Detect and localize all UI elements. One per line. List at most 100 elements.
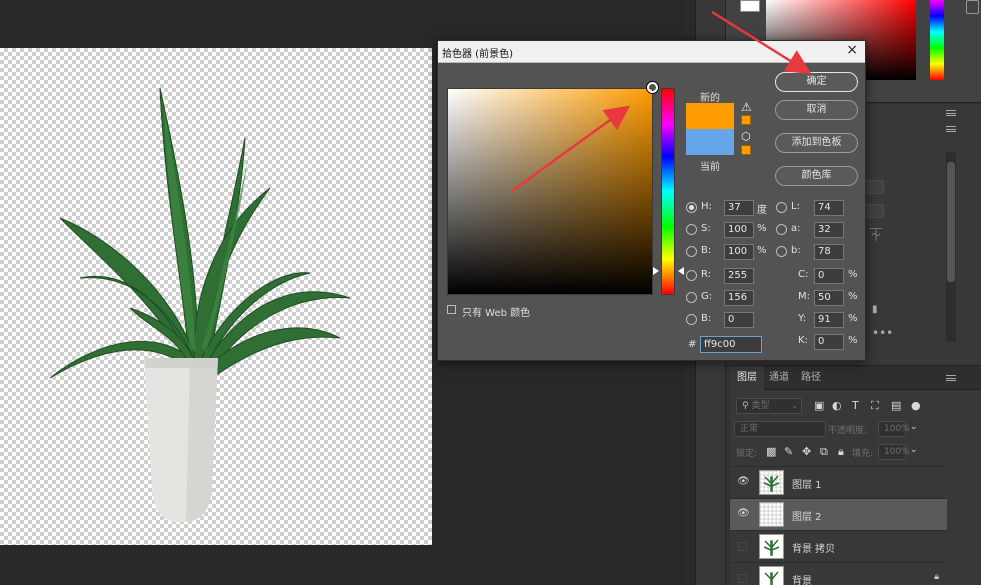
image-filter-icon[interactable]: ▣ xyxy=(814,399,824,412)
eye-icon[interactable]: 👁︎ xyxy=(737,476,750,487)
shape-filter-icon[interactable]: ⛶ xyxy=(871,399,879,413)
tab-paths[interactable]: 路径 xyxy=(794,366,828,390)
visibility-toggle[interactable] xyxy=(738,542,747,551)
layer-filter-row: ⚲ 类型 ⌄ ▣ ◐ T ⛶ ▤ ● xyxy=(730,395,981,417)
type-filter-icon[interactable]: T xyxy=(852,399,859,412)
layer-filter-select[interactable]: ⚲ 类型 ⌄ xyxy=(736,398,802,414)
tab-channels[interactable]: 通道 xyxy=(762,366,796,390)
cube-icon[interactable]: ⬡ xyxy=(741,130,751,143)
potted-plant-image xyxy=(49,87,351,522)
layer-name[interactable]: 图层 2 xyxy=(792,508,822,523)
blend-mode-select[interactable]: 正常 xyxy=(734,421,826,437)
input-y[interactable]: 91 xyxy=(814,312,844,328)
hex-hash-label: # xyxy=(688,339,697,350)
input-c[interactable]: 0 xyxy=(814,268,844,284)
fill-input[interactable]: 100% xyxy=(878,444,910,460)
color-field-cursor[interactable] xyxy=(647,82,658,93)
panel-expand-icon[interactable] xyxy=(966,0,979,14)
new-color-label: 新的 xyxy=(700,93,720,104)
radio-a[interactable] xyxy=(776,224,787,235)
layer-name[interactable]: 图层 1 xyxy=(792,476,822,491)
blend-row: 正常 不透明度: 100% ⌄ xyxy=(730,418,981,440)
lock-position-icon[interactable]: ✥ xyxy=(802,445,811,458)
adjustment-filter-icon[interactable]: ◐ xyxy=(832,399,842,412)
layers-panel-menu-icon[interactable] xyxy=(946,375,956,381)
cancel-button[interactable]: 取消 xyxy=(775,100,858,120)
dialog-title-bar[interactable]: 拾色器 (前景色) × xyxy=(438,41,865,63)
lock-pixels-icon[interactable]: ✎ xyxy=(784,445,793,458)
layer-row[interactable]: 背景 拷贝 xyxy=(730,530,947,562)
input-m[interactable]: 50 xyxy=(814,290,844,306)
radio-s[interactable] xyxy=(686,224,697,235)
layer-row[interactable]: 背景 🔒︎ xyxy=(730,562,947,585)
lock-row: 锁定: ▩ ✎ ✥ ⧉ 🔒︎ 填充: 100% ⌄ xyxy=(730,441,981,463)
input-l[interactable]: 74 xyxy=(814,200,844,216)
color-field[interactable] xyxy=(447,88,653,295)
radio-r[interactable] xyxy=(686,270,697,281)
input-s[interactable]: 100 xyxy=(724,222,754,238)
opacity-label: 不透明度: xyxy=(828,426,868,436)
chevron-down-icon[interactable]: ⌄ xyxy=(910,445,918,455)
radio-blue[interactable] xyxy=(686,314,697,325)
foreground-swatch[interactable] xyxy=(740,0,760,12)
hex-color-input[interactable]: ff9c00 xyxy=(700,336,762,353)
out-of-gamut-swatch[interactable] xyxy=(741,115,751,125)
radio-lab-b[interactable] xyxy=(776,246,787,257)
hue-slider-handle-right[interactable] xyxy=(678,267,684,275)
color-libraries-button[interactable]: 颜色库 xyxy=(775,166,858,186)
document-canvas[interactable] xyxy=(0,48,432,545)
panel-menu-icon[interactable] xyxy=(946,110,956,116)
fill-label: 填充: xyxy=(852,449,874,459)
close-icon[interactable]: × xyxy=(846,42,858,58)
web-colors-checkbox[interactable] xyxy=(447,305,456,314)
ok-button[interactable]: 确定 xyxy=(775,72,858,92)
current-color-swatch[interactable] xyxy=(686,129,734,155)
current-color-label: 当前 xyxy=(700,162,720,173)
unit-percent: % xyxy=(757,223,767,234)
smart-object-filter-icon[interactable]: ▤ xyxy=(891,399,901,412)
web-safe-swatch[interactable] xyxy=(741,145,751,155)
input-blue[interactable]: 0 xyxy=(724,312,754,328)
layer-row[interactable]: 👁︎ 图层 2 xyxy=(730,498,947,530)
radio-b[interactable] xyxy=(686,246,697,257)
input-brightness[interactable]: 100 xyxy=(724,244,754,260)
filter-toggle-icon[interactable]: ● xyxy=(911,399,921,412)
add-to-swatches-button[interactable]: 添加到色板 xyxy=(775,133,858,153)
input-r[interactable]: 255 xyxy=(724,268,754,284)
label-k: K: xyxy=(798,335,808,346)
more-icon[interactable]: ••• xyxy=(872,326,893,340)
align-icon[interactable]: ⏇ xyxy=(870,226,882,243)
radio-l[interactable] xyxy=(776,202,787,213)
lock-all-icon[interactable]: 🔒︎ xyxy=(838,445,844,459)
input-g[interactable]: 156 xyxy=(724,290,754,306)
panel-scrollbar[interactable] xyxy=(946,152,956,342)
panel-menu-icon[interactable] xyxy=(946,126,956,132)
color-panel-hue-slider[interactable] xyxy=(930,0,944,80)
chevron-down-icon[interactable]: ⌄ xyxy=(910,422,918,432)
layers-panel-tabs: 图层 通道 路径 xyxy=(730,366,981,390)
layer-name[interactable]: 背景 拷贝 xyxy=(792,540,835,555)
histogram-icon[interactable]: ▮ xyxy=(872,304,878,315)
visibility-toggle[interactable] xyxy=(738,574,747,583)
dialog-title: 拾色器 (前景色) xyxy=(442,49,513,60)
layer-name[interactable]: 背景 xyxy=(792,572,812,585)
label-a: a: xyxy=(791,223,801,234)
tab-layers[interactable]: 图层 xyxy=(730,366,764,390)
layer-row[interactable]: 👁︎ 图层 1 xyxy=(730,466,947,498)
hue-slider[interactable] xyxy=(661,88,675,295)
label-l: L: xyxy=(791,201,800,212)
eye-icon[interactable]: 👁︎ xyxy=(737,508,750,519)
radio-h[interactable] xyxy=(686,202,697,213)
radio-g[interactable] xyxy=(686,292,697,303)
lock-artboard-icon[interactable]: ⧉ xyxy=(820,445,828,459)
label-m: M: xyxy=(798,291,810,302)
input-k[interactable]: 0 xyxy=(814,334,844,350)
input-a[interactable]: 32 xyxy=(814,222,844,238)
opacity-input[interactable]: 100% xyxy=(878,421,910,437)
panel-scrollbar-thumb[interactable] xyxy=(947,162,955,282)
hue-slider-handle-left[interactable] xyxy=(653,267,659,275)
lock-transparency-icon[interactable]: ▩ xyxy=(766,445,776,458)
input-h[interactable]: 37 xyxy=(724,200,754,216)
input-lab-b[interactable]: 78 xyxy=(814,244,844,260)
warning-icon[interactable]: ⚠ xyxy=(741,100,752,114)
